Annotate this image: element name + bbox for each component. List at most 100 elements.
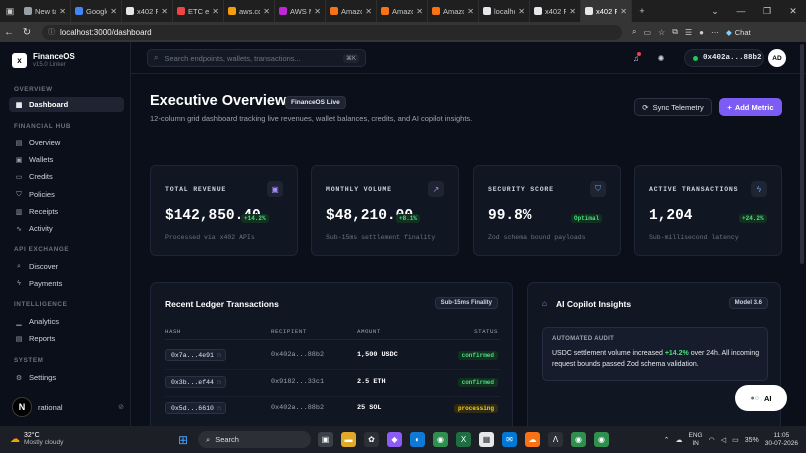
chatgpt-icon[interactable]: ✿ — [364, 432, 379, 447]
sidebar-item-credits[interactable]: ▭ Credits — [9, 169, 124, 184]
browser-tab[interactable]: x402 Fin✕ — [581, 0, 632, 22]
maximize-icon[interactable]: ❐ — [754, 0, 780, 22]
sidebar-item-policies[interactable]: ⛉ Policies — [9, 187, 124, 202]
tab-close-icon[interactable]: ✕ — [212, 7, 219, 16]
tab-close-icon[interactable]: ✕ — [314, 7, 321, 16]
tx-hash[interactable]: 0x3b...ef44 ❐ — [165, 376, 226, 388]
copilot-app-icon[interactable]: ◆ — [387, 432, 402, 447]
minimize-icon[interactable]: — — [728, 0, 754, 22]
avatar[interactable]: AD — [768, 49, 786, 67]
outlook-icon[interactable]: ✉ — [502, 432, 517, 447]
copy-icon[interactable]: ❐ — [217, 379, 221, 386]
tab-close-icon[interactable]: ✕ — [110, 7, 117, 16]
tab-actions-icon[interactable]: ▣ — [0, 0, 20, 22]
clock[interactable]: 11:05 30-07-2026 — [765, 432, 798, 448]
url-text: localhost:3000/dashboard — [60, 27, 152, 37]
tx-hash[interactable]: 0x7a...4e91 ❐ — [165, 349, 226, 361]
zoom-icon[interactable]: ⌕ — [632, 27, 636, 37]
sidebar-item-analytics[interactable]: ▁ Analytics — [9, 314, 124, 329]
url-field[interactable]: ⓘ localhost:3000/dashboard — [42, 24, 622, 40]
weather-widget[interactable]: ☁ 32°C Mostly cloudy — [10, 432, 63, 446]
copilot-chat-button[interactable]: ◆ Chat — [726, 28, 751, 37]
tab-close-icon[interactable]: ✕ — [467, 7, 474, 16]
sidebar-item-activity[interactable]: ∿ Activity — [9, 221, 124, 236]
calendar-icon[interactable]: ▦ — [479, 432, 494, 447]
ai-assistant-button[interactable]: ●○ AI — [735, 385, 787, 411]
tab-close-icon[interactable]: ✕ — [620, 7, 627, 16]
browser-tab[interactable]: New tab✕ — [20, 0, 71, 22]
sidebar-item-discover[interactable]: ⌕ Discover — [9, 259, 124, 274]
sidebar-item-overview[interactable]: ▤ Overview — [9, 135, 124, 150]
back-icon[interactable]: ← — [0, 22, 18, 42]
browser-tab[interactable]: aws.com✕ — [224, 0, 275, 22]
wallet-icon: ▣ — [15, 156, 23, 164]
browser-tab[interactable]: x402 Fin✕ — [122, 0, 173, 22]
aws-icon[interactable]: ☁ — [525, 432, 540, 447]
more-icon[interactable]: ⋯ — [711, 28, 719, 37]
language-indicator[interactable]: ENG IN — [689, 432, 703, 448]
browser-tab[interactable]: x402 Fin✕ — [530, 0, 581, 22]
browser-tab[interactable]: AWS Ma✕ — [275, 0, 326, 22]
sidebar-item-payments[interactable]: ϟ Payments — [9, 276, 124, 291]
favorites-icon[interactable]: ☰ — [685, 28, 692, 37]
volume-icon[interactable]: ◁ — [721, 436, 726, 444]
new-tab-icon[interactable]: + — [632, 0, 652, 22]
next-dev-badge[interactable]: N — [12, 397, 32, 417]
wifi-icon[interactable]: ◠ — [709, 436, 715, 444]
tx-hash[interactable]: 0x5d...6610 ❐ — [165, 402, 226, 414]
file-explorer-icon[interactable]: ▬ — [341, 432, 356, 447]
close-window-icon[interactable]: ✕ — [780, 0, 806, 22]
terminal-icon[interactable]: Λ — [548, 432, 563, 447]
bookmark-icon[interactable]: ☆ — [658, 28, 665, 37]
install-icon[interactable]: ▭ — [643, 28, 651, 37]
sync-telemetry-button[interactable]: ⟳ Sync Telemetry — [634, 98, 712, 116]
tab-close-icon[interactable]: ✕ — [416, 7, 423, 16]
notifications-icon[interactable]: ♫ — [628, 50, 644, 66]
battery-icon[interactable]: ▭ — [732, 436, 739, 444]
tab-close-icon[interactable]: ✕ — [569, 7, 576, 16]
browser-tab[interactable]: Google A✕ — [71, 0, 122, 22]
profile-icon[interactable]: ● — [699, 28, 704, 37]
browser-tab[interactable]: ETC exp✕ — [173, 0, 224, 22]
chrome-icon[interactable]: ◉ — [433, 432, 448, 447]
tab-close-icon[interactable]: ✕ — [365, 7, 372, 16]
excel-icon[interactable]: X — [456, 432, 471, 447]
onedrive-icon[interactable]: ☁ — [676, 436, 683, 444]
sidebar-item-dashboard[interactable]: ▦ Dashboard — [9, 97, 124, 112]
tab-close-icon[interactable]: ✕ — [59, 7, 66, 16]
tab-close-icon[interactable]: ✕ — [518, 7, 525, 16]
sidebar-item-settings[interactable]: ⚙ Settings — [9, 370, 124, 385]
sidebar-item-wallets[interactable]: ▣ Wallets — [9, 152, 124, 167]
metric-card-security-score: SECURITY SCORE ⛉ 99.8% Optimal Zod schema bo… — [473, 165, 621, 256]
tab-close-icon[interactable]: ✕ — [161, 7, 168, 16]
refresh-icon[interactable]: ↻ — [18, 22, 36, 42]
browser-tab[interactable]: Amazon✕ — [428, 0, 479, 22]
browser-tab[interactable]: Amazon✕ — [377, 0, 428, 22]
page-scrollbar[interactable] — [800, 44, 804, 264]
tab-label: Amazon — [341, 6, 362, 16]
copy-icon[interactable]: ❐ — [217, 405, 221, 412]
search-input[interactable] — [164, 53, 337, 63]
sidebar-item-receipts[interactable]: ▥ Receipts — [9, 204, 124, 219]
wallet-address-button[interactable]: 0x402a...88b2 — [684, 49, 764, 67]
sidebar-item-reports[interactable]: ▤ Reports — [9, 331, 124, 346]
chrome-profile-2-icon[interactable]: ◉ — [594, 432, 609, 447]
edge-icon[interactable]: ◐ — [410, 432, 425, 447]
site-info-icon[interactable]: ⓘ — [48, 27, 55, 37]
browser-tab[interactable]: localhost✕ — [479, 0, 530, 22]
start-icon[interactable]: ⊞ — [178, 433, 188, 447]
copy-icon[interactable]: ❐ — [217, 352, 221, 359]
chrome-profile-icon[interactable]: ◉ — [571, 432, 586, 447]
tab-close-icon[interactable]: ✕ — [263, 7, 270, 16]
metric-card-total-revenue: TOTAL REVENUE ▣ $142,850.40 +14.2% Processed… — [150, 165, 298, 256]
tab-search-icon[interactable]: ⌄ — [702, 0, 728, 22]
task-view-icon[interactable]: ▣ — [318, 432, 333, 447]
add-metric-button[interactable]: + Add Metric — [719, 98, 782, 116]
taskbar-search[interactable]: ⌕ Search — [198, 431, 311, 448]
brand[interactable]: x FinanceOS v15.0 Linker — [12, 52, 75, 68]
browser-tab[interactable]: Amazon✕ — [326, 0, 377, 22]
link-icon[interactable]: ⊘ — [118, 403, 124, 411]
theme-toggle-icon[interactable]: ✺ — [653, 50, 669, 66]
tray-overflow-icon[interactable]: ⌃ — [664, 436, 670, 444]
extensions-icon[interactable]: ⧉ — [672, 27, 678, 37]
